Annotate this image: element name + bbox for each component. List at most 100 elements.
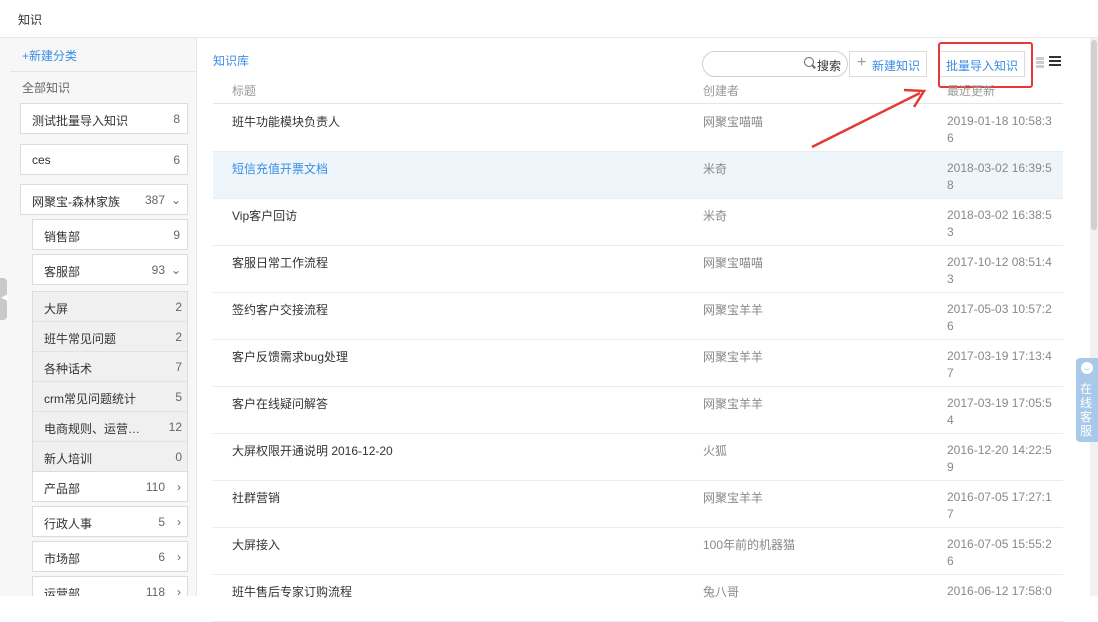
category-label: crm常见问题统计 bbox=[44, 392, 136, 406]
table-row[interactable]: 客户在线疑问解答 网聚宝羊羊 2017-03-19 17:05:54 bbox=[213, 387, 1063, 434]
row-title[interactable]: 社群营销 bbox=[232, 489, 280, 506]
chevron-down-icon[interactable]: ⌄ bbox=[171, 262, 181, 278]
main-content: 知识库 搜索 + 新建知识 批量导入知识 标题 创建者 最近更新 班牛功能模块负… bbox=[198, 38, 1078, 622]
row-title[interactable]: 客户反馈需求bug处理 bbox=[232, 348, 348, 365]
grid-view-icon[interactable] bbox=[1036, 57, 1044, 68]
category-count: 6 bbox=[173, 153, 180, 167]
row-creator: 兔八哥 bbox=[703, 585, 740, 599]
category-label: 行政人事 bbox=[44, 517, 93, 531]
sub-category-item[interactable]: 班牛常见问题 2 bbox=[33, 322, 187, 352]
sub-category-group: 大屏 2 班牛常见问题 2 各种话术 7 crm常见问题统计 5 电商规则、运营… bbox=[32, 291, 188, 476]
row-creator: 网聚宝喵喵 bbox=[703, 115, 764, 129]
row-updated: 2017-10-12 08:51:43 bbox=[947, 255, 1052, 286]
category-label: 测试批量导入知识 bbox=[32, 114, 129, 128]
row-creator: 网聚宝羊羊 bbox=[703, 350, 764, 364]
new-knowledge-button[interactable]: + 新建知识 bbox=[849, 51, 927, 77]
chevron-down-icon[interactable]: ⌄ bbox=[171, 192, 181, 208]
new-knowledge-label: 新建知识 bbox=[872, 59, 921, 73]
category-count: 6 bbox=[158, 550, 165, 564]
category-count: 110 bbox=[145, 480, 165, 494]
category-count: 0 bbox=[175, 450, 182, 464]
category-label: 客服部 bbox=[44, 265, 81, 279]
sub-category-item[interactable]: 新人培训 0 bbox=[33, 442, 187, 472]
row-title[interactable]: 班牛功能模块负责人 bbox=[232, 113, 340, 130]
collapse-handle[interactable]: ◀ bbox=[0, 278, 8, 320]
chevron-right-icon[interactable]: › bbox=[177, 514, 181, 530]
column-header-title[interactable]: 标题 bbox=[232, 82, 256, 99]
search-button[interactable]: 搜索 bbox=[817, 57, 841, 74]
category-item[interactable]: 测试批量导入知识 8 bbox=[20, 103, 188, 134]
search-input[interactable] bbox=[713, 56, 803, 72]
table-row[interactable]: 大屏接入 100年前的机器猫 2016-07-05 15:55:26 bbox=[213, 528, 1063, 575]
column-header-updated[interactable]: 最近更新 bbox=[947, 82, 995, 99]
sidebar-divider bbox=[10, 71, 196, 72]
sub-category-item[interactable]: crm常见问题统计 5 bbox=[33, 382, 187, 412]
category-item[interactable]: ces 6 bbox=[20, 144, 188, 175]
column-header-creator[interactable]: 创建者 bbox=[703, 82, 739, 99]
sub-category-item[interactable]: 电商规则、运营… 12 bbox=[33, 412, 187, 442]
table-row[interactable]: 签约客户交接流程 网聚宝羊羊 2017-05-03 10:57:26 bbox=[213, 293, 1063, 340]
all-knowledge-link[interactable]: 全部知识 bbox=[22, 79, 70, 96]
row-creator: 米奇 bbox=[703, 162, 728, 176]
row-creator: 米奇 bbox=[703, 209, 728, 223]
category-count: 9 bbox=[173, 228, 180, 242]
sub-category-item[interactable]: 行政人事 5 › bbox=[32, 506, 188, 537]
chevron-right-icon[interactable]: › bbox=[177, 479, 181, 495]
row-title[interactable]: 大屏权限开通说明 2016-12-20 bbox=[232, 442, 393, 459]
row-title[interactable]: 大屏接入 bbox=[232, 536, 280, 553]
scrollbar-thumb[interactable] bbox=[1091, 40, 1097, 230]
row-title[interactable]: 客服日常工作流程 bbox=[232, 254, 328, 271]
chevron-right-icon[interactable]: › bbox=[177, 584, 181, 596]
table-row[interactable]: Vip客户回访 米奇 2018-03-02 16:38:53 bbox=[213, 199, 1063, 246]
chevron-right-icon[interactable]: › bbox=[177, 549, 181, 565]
category-count: 5 bbox=[158, 515, 165, 529]
annotation-arrow bbox=[811, 88, 927, 149]
sub-category-item[interactable]: 客服部 93 ⌄ bbox=[32, 254, 188, 285]
category-label: 各种话术 bbox=[44, 362, 93, 376]
category-label: 班牛常见问题 bbox=[44, 332, 117, 346]
category-count: 7 bbox=[175, 360, 182, 374]
category-count: 93 bbox=[151, 263, 165, 277]
row-creator: 网聚宝羊羊 bbox=[703, 397, 764, 411]
sub-category-item[interactable]: 市场部 6 › bbox=[32, 541, 188, 572]
row-title[interactable]: 班牛售后专家订购流程 bbox=[232, 583, 352, 600]
category-count: 2 bbox=[175, 330, 182, 344]
table-row[interactable]: 大屏权限开通说明 2016-12-20 火狐 2016-12-20 14:22:… bbox=[213, 434, 1063, 481]
sub-category-item[interactable]: 大屏 2 bbox=[33, 292, 187, 322]
row-title[interactable]: Vip客户回访 bbox=[232, 207, 297, 224]
plus-icon: + bbox=[857, 54, 867, 71]
row-creator: 网聚宝羊羊 bbox=[703, 303, 764, 317]
scrollbar[interactable] bbox=[1090, 38, 1098, 596]
sub-category-item[interactable]: 销售部 9 bbox=[32, 219, 188, 250]
row-updated: 2017-05-03 10:57:26 bbox=[947, 302, 1052, 333]
list-view-icon[interactable] bbox=[1049, 56, 1061, 67]
table-row[interactable]: 客服日常工作流程 网聚宝喵喵 2017-10-12 08:51:43 bbox=[213, 246, 1063, 293]
row-title[interactable]: 短信充值开票文档 bbox=[232, 160, 328, 177]
table-row[interactable]: 客户反馈需求bug处理 网聚宝羊羊 2017-03-19 17:13:47 bbox=[213, 340, 1063, 387]
annotation-arrow-line bbox=[811, 91, 921, 149]
row-creator: 网聚宝羊羊 bbox=[703, 491, 764, 505]
chat-icon bbox=[1081, 362, 1093, 374]
search-icon[interactable] bbox=[804, 57, 814, 67]
table-row[interactable]: 社群营销 网聚宝羊羊 2016-07-05 17:27:17 bbox=[213, 481, 1063, 528]
row-creator: 火狐 bbox=[703, 444, 728, 458]
row-updated: 2016-07-05 17:27:17 bbox=[947, 490, 1052, 521]
sub-category-item[interactable]: 产品部 110 › bbox=[32, 471, 188, 502]
new-category-button[interactable]: +新建分类 bbox=[22, 47, 77, 64]
row-title[interactable]: 客户在线疑问解答 bbox=[232, 395, 328, 412]
category-count: 5 bbox=[175, 390, 182, 404]
table-row[interactable]: 短信充值开票文档 米奇 2018-03-02 16:39:58 bbox=[213, 152, 1063, 199]
sub-category-item[interactable]: 各种话术 7 bbox=[33, 352, 187, 382]
category-count: 12 bbox=[168, 420, 182, 434]
table-row[interactable]: 班牛售后专家订购流程 兔八哥 2016-06-12 17:58:0 bbox=[213, 575, 1063, 622]
breadcrumb[interactable]: 知识库 bbox=[213, 52, 249, 69]
category-label: 市场部 bbox=[44, 552, 81, 566]
online-service-button[interactable]: 在线客服 bbox=[1076, 358, 1098, 442]
category-label: 电商规则、运营… bbox=[44, 422, 141, 436]
top-bar: 知识 bbox=[0, 0, 1098, 38]
row-title[interactable]: 签约客户交接流程 bbox=[232, 301, 328, 318]
category-label: 销售部 bbox=[44, 230, 81, 244]
page-title: 知识 bbox=[18, 13, 43, 27]
sub-category-item[interactable]: 运营部 118 › bbox=[32, 576, 188, 596]
category-item[interactable]: 网聚宝-森林家族 387 ⌄ bbox=[20, 184, 188, 215]
